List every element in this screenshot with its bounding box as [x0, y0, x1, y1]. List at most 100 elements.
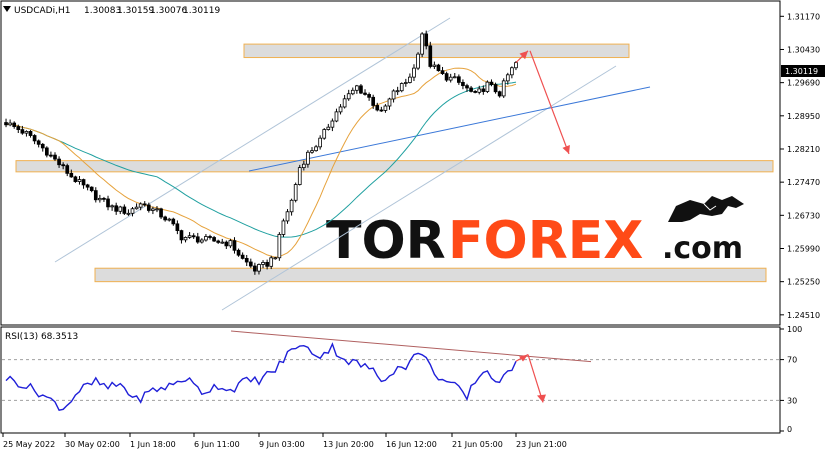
- candle-body: [514, 62, 518, 69]
- rsi-tick-label: 70: [787, 356, 797, 365]
- candle-body: [155, 208, 159, 211]
- candle: [297, 164, 302, 186]
- candle-body: [334, 111, 339, 122]
- candle-body: [412, 67, 416, 78]
- candle-body: [363, 92, 367, 95]
- candle-body: [159, 208, 163, 218]
- candle: [293, 182, 298, 203]
- candle-body: [265, 262, 269, 267]
- candle-body: [244, 258, 249, 263]
- candle-body: [432, 64, 437, 67]
- candle-body: [420, 33, 424, 55]
- candle-body: [20, 129, 25, 134]
- candle-body: [277, 234, 282, 259]
- candle-body: [497, 91, 502, 97]
- candle: [159, 207, 163, 219]
- price-tick-label: 1.25990: [787, 244, 820, 253]
- candle-body: [8, 122, 12, 126]
- candle-body: [297, 167, 302, 185]
- price-axis: 1.31170 1.30430 1.29690 1.28950 1.28210 1.274…: [780, 12, 820, 320]
- candle-body: [130, 208, 135, 214]
- candle-body: [85, 184, 90, 188]
- time-tick-label: 25 May 2022: [3, 440, 55, 449]
- candle-body: [65, 165, 70, 174]
- candle-body: [342, 98, 347, 108]
- candle-body: [167, 218, 172, 221]
- time-tick-label: 13 Jun 20:00: [323, 440, 374, 449]
- candle-body: [191, 235, 196, 238]
- candle-body: [457, 76, 461, 83]
- rsi-tick-label: 0: [787, 425, 792, 434]
- candle-body: [477, 88, 482, 93]
- candle-body: [179, 230, 184, 241]
- candle-body: [493, 84, 498, 93]
- candle-body: [452, 76, 457, 79]
- candle-body: [416, 53, 420, 69]
- candle-body: [134, 206, 139, 210]
- price-tick-label: 1.28210: [787, 145, 820, 154]
- price-tick-label: 1.28950: [787, 112, 820, 121]
- price-tick-label: 1.24510: [787, 311, 820, 320]
- candle-body: [465, 85, 469, 89]
- candle-body: [93, 190, 98, 201]
- candle-body: [379, 109, 384, 112]
- candle-body: [102, 197, 106, 200]
- candle-body: [461, 81, 465, 87]
- candle-body: [489, 81, 494, 85]
- candle-body: [151, 208, 155, 211]
- header-symbol: USDCADi,H1: [14, 6, 70, 16]
- candle-body: [106, 198, 110, 208]
- candle-body: [12, 122, 17, 127]
- rsi-pane: [0, 326, 781, 434]
- candle-body: [293, 184, 298, 201]
- candle-body: [195, 236, 200, 243]
- candle-body: [44, 147, 49, 156]
- candle-body: [248, 261, 253, 267]
- candle-body: [81, 179, 86, 186]
- candle-body: [448, 76, 453, 81]
- candle: [436, 63, 441, 72]
- candle-body: [424, 33, 429, 47]
- candle-body: [444, 73, 449, 81]
- candle-body: [253, 265, 257, 272]
- candle-body: [367, 94, 371, 98]
- candle-body: [53, 154, 57, 160]
- time-tick-label: 1 Jun 18:00: [130, 440, 176, 449]
- support-zone: [94, 267, 767, 283]
- watermark-forex: FOREX: [448, 211, 643, 271]
- candle: [416, 52, 420, 71]
- time-tick-label: 16 Jun 12:00: [386, 440, 437, 449]
- candle-body: [383, 105, 388, 111]
- price-tick-label: 1.25250: [787, 278, 820, 287]
- candle: [73, 175, 78, 183]
- header-close: 1.30119: [183, 6, 220, 16]
- candle-body: [183, 237, 188, 241]
- time-axis: 25 May 2022 30 May 02:00 1 Jun 18:00 6 Jun …: [2, 433, 567, 449]
- candle-body: [261, 262, 265, 265]
- candle-body: [485, 81, 490, 92]
- candle-body: [436, 64, 441, 72]
- candle-body: [57, 158, 61, 166]
- candle-body: [24, 131, 29, 134]
- rsi-tick-label: 30: [787, 396, 797, 405]
- candle-body: [118, 206, 123, 212]
- candle: [399, 82, 404, 93]
- price-tick-label: 1.29690: [787, 79, 820, 88]
- candle: [277, 232, 282, 261]
- candle-body: [346, 93, 351, 100]
- candle: [493, 82, 498, 94]
- candle-body: [28, 131, 33, 136]
- time-tick-label: 23 Jun 21:00: [516, 440, 567, 449]
- candle-body: [359, 85, 363, 94]
- candle-body: [110, 205, 114, 208]
- candle-body: [49, 154, 53, 157]
- rsi-header: RSI(13) 68.3513: [5, 332, 78, 342]
- rsi-tick-label: 100: [787, 325, 802, 334]
- candle-body: [220, 241, 225, 244]
- candle-body: [236, 249, 241, 256]
- candle-body: [338, 106, 343, 113]
- candle-body: [306, 151, 310, 165]
- candle: [501, 78, 506, 99]
- candle-body: [481, 88, 486, 92]
- price-tick-label: 1.30430: [787, 45, 820, 54]
